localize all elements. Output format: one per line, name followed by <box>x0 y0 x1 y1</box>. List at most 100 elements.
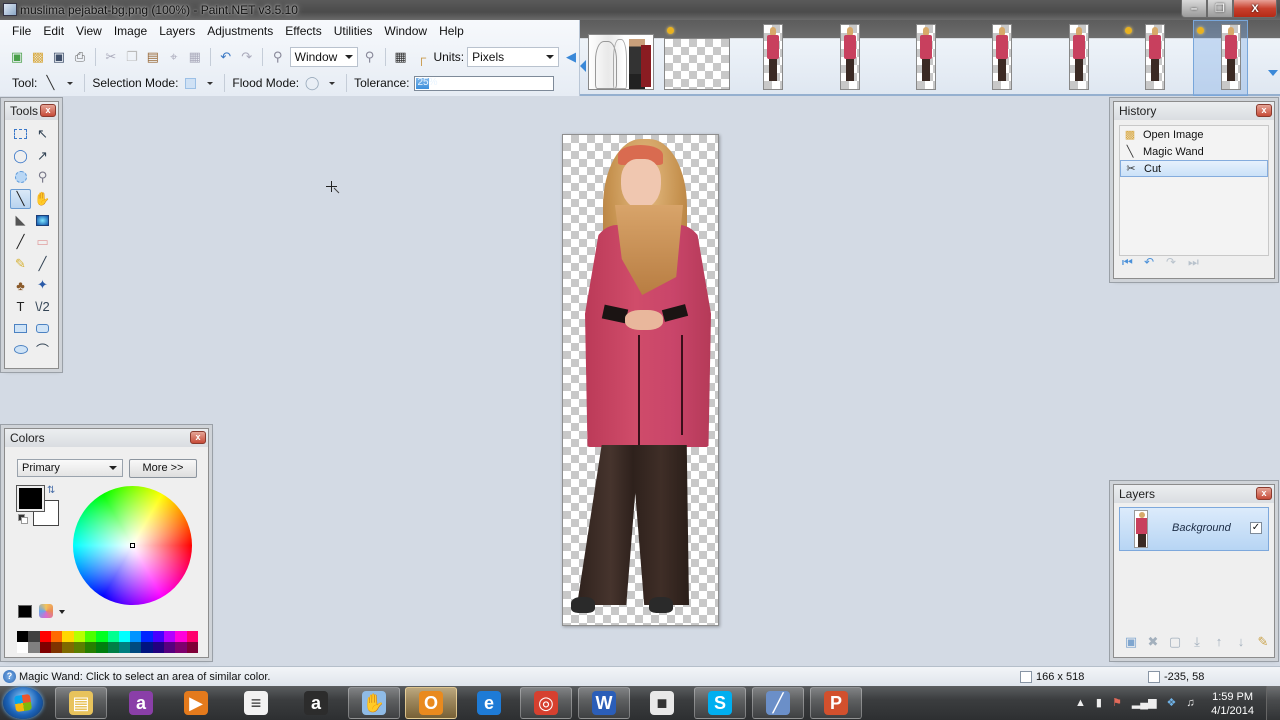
menu-utilities[interactable]: Utilities <box>328 20 379 42</box>
menu-help[interactable]: Help <box>433 20 470 42</box>
show-hidden-icons[interactable]: ▲ <box>1075 697 1086 709</box>
zoom-combo[interactable]: Window <box>289 47 358 67</box>
layer-row-background[interactable]: Background ✓ <box>1119 507 1269 551</box>
color-wheel-marker[interactable] <box>130 543 135 548</box>
delete-layer-icon[interactable]: ✖ <box>1146 635 1160 649</box>
close-button[interactable]: X <box>1233 0 1277 18</box>
magic-wand-icon[interactable]: ╲ <box>41 74 59 92</box>
menu-image[interactable]: Image <box>108 20 153 42</box>
clock[interactable]: 1:59 PM 4/1/2014 <box>1211 690 1254 718</box>
menu-edit[interactable]: Edit <box>37 20 70 42</box>
tool-ellipse-select[interactable] <box>10 167 31 187</box>
layer-properties-icon[interactable]: ✎ <box>1256 635 1270 649</box>
add-to-palette-icon[interactable] <box>18 605 32 618</box>
palette-swatch[interactable] <box>175 642 187 653</box>
move-layer-down-icon[interactable]: ↓ <box>1234 635 1248 649</box>
palette-swatch[interactable] <box>96 642 108 653</box>
palette-swatch[interactable] <box>50 631 63 642</box>
taskbar-paint-net[interactable]: ╱ <box>752 687 804 719</box>
tool-rectangle-select[interactable] <box>10 124 31 144</box>
taskbar-word[interactable]: W <box>578 687 630 719</box>
taskbar-camera-app[interactable]: ■ <box>636 687 688 719</box>
taskbar-hand-app[interactable]: ✋ <box>348 687 400 719</box>
palette-swatch[interactable] <box>39 631 51 642</box>
palette-swatch[interactable] <box>141 642 153 653</box>
tool-magic-wand[interactable]: ╲ <box>10 188 31 209</box>
tool-recolor[interactable]: ✦ <box>32 275 53 295</box>
move-layer-up-icon[interactable]: ↑ <box>1212 635 1226 649</box>
palette-swatch[interactable] <box>50 642 63 653</box>
palette-swatch[interactable] <box>28 642 40 653</box>
palette-swatch[interactable] <box>73 631 85 642</box>
palette-swatch[interactable] <box>39 642 51 653</box>
taskbar-media-player[interactable]: ▶ <box>170 687 222 719</box>
chevron-down-icon[interactable] <box>59 610 65 614</box>
thumbnail-avengers-sketch[interactable] <box>588 34 654 90</box>
thumbnail-muslima-3[interactable] <box>916 24 936 90</box>
palette-swatch[interactable] <box>130 631 142 642</box>
taskbar-windows-explorer[interactable]: ▤ <box>55 687 107 719</box>
zoom-in-icon[interactable]: ⚲ <box>361 48 379 66</box>
thumbnail-muslima-5[interactable] <box>1069 24 1089 90</box>
tool-lasso-select[interactable]: ◯ <box>10 146 31 166</box>
chevron-down-icon[interactable] <box>67 81 74 85</box>
tool-clone-stamp[interactable]: ♣ <box>10 275 31 295</box>
palette-swatch[interactable] <box>96 631 108 642</box>
add-layer-icon[interactable]: ▣ <box>1124 635 1138 649</box>
primary-color-swatch[interactable] <box>16 485 45 512</box>
palette-swatch[interactable] <box>175 631 187 642</box>
tool-paintbrush[interactable]: ╱ <box>10 232 31 252</box>
layers-panel-close-button[interactable]: x <box>1256 487 1272 500</box>
palette-swatch[interactable] <box>118 631 131 642</box>
taskbar-chrome[interactable]: ◎ <box>520 687 572 719</box>
units-combo[interactable]: Pixels <box>467 47 559 67</box>
palette-swatch[interactable] <box>141 631 153 642</box>
strip-scroll-left-icon[interactable] <box>580 60 586 72</box>
undo-icon[interactable]: ↶ <box>217 48 235 66</box>
duplicate-layer-icon[interactable]: ▢ <box>1168 635 1182 649</box>
volume-icon[interactable]: ♫ <box>1186 697 1194 709</box>
paste-icon[interactable]: ▤ <box>144 48 162 66</box>
network-signal-icon[interactable]: ▂▄▆ <box>1132 696 1157 709</box>
palette-swatch[interactable] <box>17 631 29 642</box>
toolbar-overflow-arrow-icon[interactable]: ◀ <box>562 48 580 66</box>
zoom-out-icon[interactable]: ⚲ <box>269 48 287 66</box>
palette-swatch[interactable] <box>62 631 74 642</box>
more-colors-button[interactable]: More >> <box>129 459 197 478</box>
tool-zoom[interactable]: ⚲ <box>32 167 53 187</box>
palette-swatch[interactable] <box>107 642 119 653</box>
cut-icon[interactable]: ✂ <box>102 48 120 66</box>
taskbar-app-a-green[interactable]: a <box>290 687 342 719</box>
menu-file[interactable]: File <box>6 20 37 42</box>
tool-color-picker[interactable]: ╱ <box>32 254 53 274</box>
tool-ellipse[interactable] <box>10 340 31 360</box>
history-panel-close-button[interactable]: x <box>1256 104 1272 117</box>
palette-swatch[interactable] <box>84 631 97 642</box>
action-center-icon[interactable]: ⚑ <box>1112 696 1122 709</box>
restore-button[interactable]: ❐ <box>1207 0 1233 18</box>
lightbulb-icon[interactable]: ◯ <box>303 74 321 92</box>
tool-text[interactable]: T <box>10 297 31 317</box>
image-canvas[interactable] <box>562 134 719 626</box>
palette-swatch[interactable] <box>107 631 119 642</box>
deselect-icon[interactable]: ▦ <box>186 48 204 66</box>
layer-visibility-checkbox[interactable]: ✓ <box>1250 522 1262 534</box>
taskbar-internet-explorer[interactable]: e <box>463 687 515 719</box>
history-item-open-image[interactable]: ▩ Open Image <box>1120 126 1268 143</box>
open-icon[interactable]: ▩ <box>29 48 47 66</box>
minimize-button[interactable]: – <box>1181 0 1207 18</box>
palette-swatch[interactable] <box>152 631 165 642</box>
menu-window[interactable]: Window <box>378 20 433 42</box>
rewind-icon[interactable]: ⏮ <box>1122 256 1136 268</box>
taskbar-app-a-purple[interactable]: a <box>115 687 167 719</box>
tool-freeform-shape[interactable]: ⌒ <box>32 340 53 360</box>
palette-swatch[interactable] <box>62 642 74 653</box>
history-item-cut[interactable]: ✂ Cut <box>1120 160 1268 177</box>
tool-move-selected-pixels[interactable]: ↖ <box>32 124 53 144</box>
redo-icon[interactable]: ↷ <box>1166 256 1180 268</box>
tool-gradient[interactable] <box>32 210 53 230</box>
thumbnail-muslima-2[interactable] <box>840 24 860 90</box>
tool-pan[interactable]: ✋ <box>32 189 53 209</box>
new-icon[interactable]: ▣ <box>8 48 26 66</box>
merge-layer-down-icon[interactable]: ⤓ <box>1190 635 1204 649</box>
